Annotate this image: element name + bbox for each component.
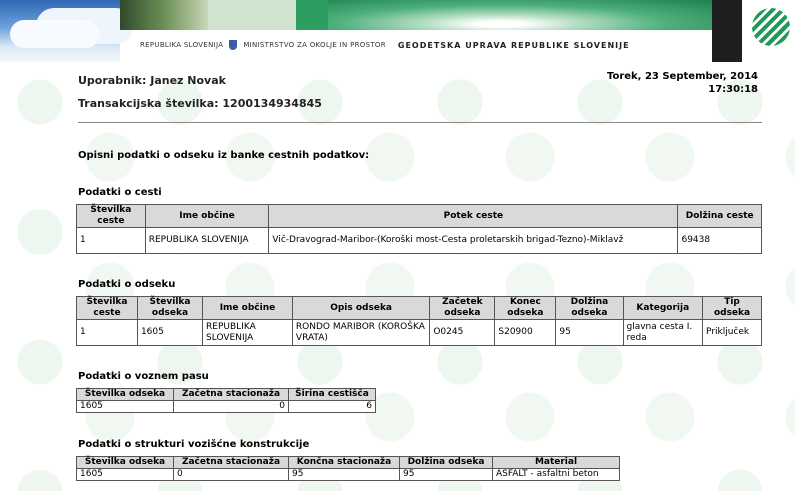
table-cell: REPUBLIKA SLOVENIJA [202, 319, 293, 346]
table-cell: 1605 [136, 319, 204, 346]
table-cell: O0245 [429, 319, 496, 346]
header-dark-panel [712, 0, 742, 62]
column-header: Material [492, 456, 620, 469]
column-header: Potek ceste [268, 204, 679, 228]
table-struktura: Številka odseka Začetna stacionaža Končn… [76, 456, 620, 481]
header-tree-image [120, 0, 208, 30]
column-header: Konec odseka [494, 296, 557, 320]
column-header: Številka odseka [76, 456, 174, 469]
table-header-row: Številka ceste Ime občine Potek ceste Do… [76, 204, 762, 228]
header-water-image [328, 0, 712, 30]
table-row: 1 REPUBLIKA SLOVENIJA Vič-Dravograd-Mari… [76, 227, 762, 254]
transaction-number: 1200134934845 [222, 97, 322, 110]
table-cell: Priključek [702, 319, 762, 346]
header-green-panel [296, 0, 328, 30]
page-header: REPUBLIKA SLOVENIJA MINISTRSTVO ZA OKOLJ… [0, 0, 795, 62]
table-cell: RONDO MARIBOR (KOROŠKA VRATA) [291, 319, 431, 346]
column-header: Tip odseka [702, 296, 762, 320]
header-light-panel [208, 0, 296, 30]
table-header-row: Številka odseka Začetna stacionaža Končn… [76, 456, 620, 469]
table-cell: glavna cesta I. reda [622, 319, 704, 346]
column-header: Začetek odseka [429, 296, 496, 320]
column-header: Ime občine [202, 296, 293, 320]
table-cell: 1605 [76, 468, 174, 481]
column-header: Opis odseka [291, 296, 431, 320]
column-header: Številka odseka [136, 296, 204, 320]
column-header: Začetna stacionaža [173, 388, 289, 401]
header-ministrstvo: MINISTRSTVO ZA OKOLJE IN PROSTOR [243, 41, 386, 49]
date-text: Torek, 23 September, 2014 [606, 71, 758, 82]
column-header: Številka ceste [76, 296, 138, 320]
table-cell: 1 [76, 319, 138, 346]
column-header: Kategorija [622, 296, 704, 320]
transaction-label: Transakcijska številka: [78, 97, 219, 110]
background-pattern [0, 62, 795, 491]
column-header: Dolžina ceste [677, 204, 762, 228]
table-pas: Številka odseka Začetna stacionaža Širin… [76, 388, 376, 413]
user-row: Uporabnik: Janez Novak [78, 74, 322, 97]
column-header: Širina cestišča [288, 388, 376, 401]
section-title-struktura: Podatki o strukturi vozišćne konstrukcij… [78, 439, 310, 450]
table-cell: Vič-Dravograd-Maribor-(Koroški most-Cest… [268, 227, 679, 254]
column-header: Začetna stacionaža [173, 456, 289, 469]
table-row: 1605 0 6 [76, 400, 376, 413]
table-cell: 95 [288, 468, 400, 481]
header-institution-text: REPUBLIKA SLOVENIJA MINISTRSTVO ZA OKOLJ… [140, 38, 630, 52]
table-odsek: Številka ceste Številka odseka Ime občin… [76, 296, 762, 346]
table-cell: 1 [76, 227, 146, 254]
coat-of-arms-icon [229, 40, 238, 50]
datetime-block: Torek, 23 September, 2014 17:30:18 [607, 70, 758, 96]
table-cell: 1605 [76, 400, 174, 413]
table-cesta: Številka ceste Ime občine Potek ceste Do… [76, 204, 762, 254]
header-gu-title: GEODETSKA UPRAVA REPUBLIKE SLOVENIJE [397, 40, 630, 50]
table-row: 1 1605 REPUBLIKA SLOVENIJA RONDO MARIBOR… [76, 319, 762, 346]
table-cell: 95 [399, 468, 493, 481]
header-sky-image [0, 0, 120, 62]
column-header: Dolžina odseka [555, 296, 624, 320]
column-header: Dolžina odseka [399, 456, 493, 469]
table-header-row: Številka odseka Začetna stacionaža Širin… [76, 388, 376, 401]
divider [78, 122, 762, 123]
transaction-row: Transakcijska številka: 1200134934845 [78, 97, 322, 120]
time-text: 17:30:18 [708, 84, 758, 95]
user-info: Uporabnik: Janez Novak Transakcijska šte… [78, 74, 322, 120]
gu-logo-icon [752, 8, 790, 46]
user-label: Uporabnik: [78, 74, 147, 87]
column-header: Številka ceste [76, 204, 146, 228]
header-republika: REPUBLIKA SLOVENIJA [140, 41, 224, 49]
column-header: Številka odseka [76, 388, 174, 401]
section-title-pas: Podatki o voznem pasu [78, 371, 209, 382]
intro-text: Opisni podatki o odseku iz banke cestnih… [78, 150, 370, 161]
section-title-odsek: Podatki o odseku [78, 279, 176, 290]
table-cell: 95 [555, 319, 624, 346]
table-cell: REPUBLIKA SLOVENIJA [144, 227, 270, 254]
column-header: Ime občine [144, 204, 270, 228]
table-header-row: Številka ceste Številka odseka Ime občin… [76, 296, 762, 320]
table-cell: S20900 [494, 319, 557, 346]
column-header: Končna stacionaža [288, 456, 400, 469]
table-row: 1605 0 95 95 ASFALT - asfaltni beton [76, 468, 620, 481]
table-cell: 0 [173, 468, 289, 481]
table-cell: 6 [288, 400, 376, 413]
user-name: Janez Novak [150, 74, 226, 87]
table-cell: 0 [173, 400, 289, 413]
table-cell: ASFALT - asfaltni beton [492, 468, 620, 481]
section-title-cesta: Podatki o cesti [78, 187, 162, 198]
table-cell: 69438 [677, 227, 762, 254]
